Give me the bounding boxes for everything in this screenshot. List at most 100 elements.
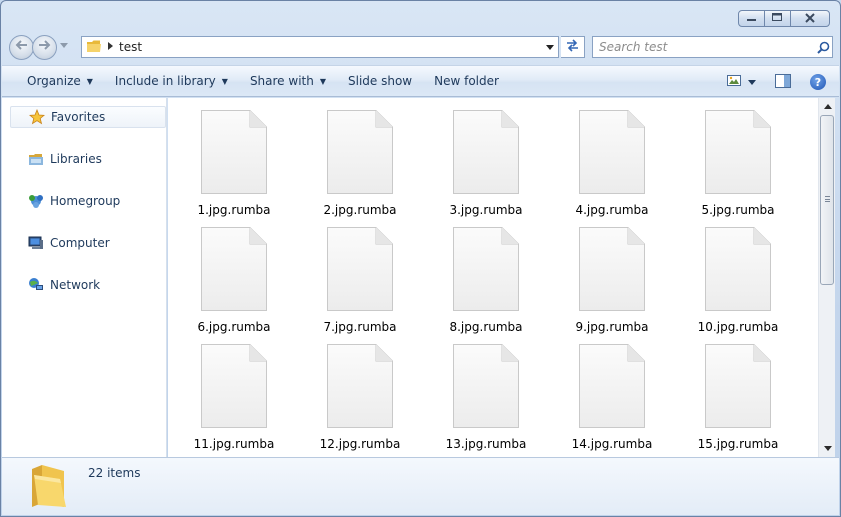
- preview-pane-button[interactable]: [770, 70, 805, 94]
- file-label: 12.jpg.rumba: [319, 437, 401, 451]
- close-button[interactable]: [790, 10, 830, 27]
- file-icon: [200, 226, 268, 312]
- chevron-down-icon: ▼: [221, 76, 228, 86]
- file-item[interactable]: 6.jpg.rumba: [179, 215, 289, 334]
- file-icon: [704, 226, 772, 312]
- address-path[interactable]: test: [119, 40, 542, 54]
- file-item[interactable]: 14.jpg.rumba: [557, 332, 667, 451]
- maximize-icon: [772, 13, 783, 24]
- chevron-down-icon: [823, 446, 832, 451]
- homegroup-icon: [28, 193, 44, 209]
- maximize-button[interactable]: [764, 10, 791, 27]
- vertical-scrollbar[interactable]: [818, 98, 835, 457]
- file-icon: [578, 343, 646, 429]
- chevron-down-icon: ▼: [319, 76, 326, 86]
- nav-item-libraries[interactable]: Libraries: [10, 148, 166, 170]
- include-in-library-label: Include in library: [114, 74, 216, 88]
- preview-pane-icon: [775, 73, 791, 91]
- file-icon: [326, 343, 394, 429]
- include-in-library-button[interactable]: Include in library ▼: [107, 69, 236, 93]
- scroll-up-button[interactable]: [819, 98, 836, 115]
- network-icon: [28, 277, 44, 293]
- file-item[interactable]: 10.jpg.rumba: [683, 215, 793, 334]
- command-bar: Organize ▼ Include in library ▼ Share wi…: [2, 65, 839, 97]
- star-icon: [28, 108, 46, 125]
- file-icon: [200, 109, 268, 195]
- file-icon: [452, 343, 520, 429]
- file-label: 11.jpg.rumba: [193, 437, 275, 451]
- share-with-button[interactable]: Share with ▼: [242, 69, 334, 93]
- close-icon: [805, 12, 815, 25]
- search-icon[interactable]: [814, 41, 832, 54]
- file-item[interactable]: 2.jpg.rumba: [305, 98, 415, 217]
- nav-item-favorites[interactable]: Favorites: [10, 106, 166, 128]
- file-icon: [578, 226, 646, 312]
- view-icon: [727, 75, 741, 89]
- refresh-icon: [565, 38, 580, 56]
- item-count: 22 items: [88, 466, 141, 480]
- share-with-label: Share with: [249, 74, 314, 88]
- new-folder-label: New folder: [434, 74, 499, 88]
- organize-button[interactable]: Organize ▼: [19, 69, 101, 93]
- file-icon: [704, 109, 772, 195]
- scrollbar-thumb[interactable]: [820, 115, 834, 285]
- refresh-button[interactable]: [561, 36, 585, 58]
- change-view-button[interactable]: [722, 70, 746, 94]
- file-icon: [452, 226, 520, 312]
- file-label: 15.jpg.rumba: [697, 437, 779, 451]
- file-item[interactable]: 5.jpg.rumba: [683, 98, 793, 217]
- file-label: 14.jpg.rumba: [571, 437, 653, 451]
- computer-icon: [28, 235, 44, 251]
- slide-show-button[interactable]: Slide show: [340, 69, 420, 93]
- help-button[interactable]: ?: [805, 70, 831, 94]
- back-button[interactable]: [9, 34, 34, 60]
- nav-item-network[interactable]: Network: [10, 274, 166, 296]
- search-input[interactable]: [593, 38, 814, 56]
- grip-icon: [825, 196, 830, 202]
- chevron-up-icon: [823, 104, 832, 109]
- file-icon: [326, 109, 394, 195]
- help-icon: ?: [810, 74, 826, 90]
- scroll-down-button[interactable]: [819, 440, 836, 457]
- file-item[interactable]: 11.jpg.rumba: [179, 332, 289, 451]
- file-icon: [326, 226, 394, 312]
- organize-label: Organize: [27, 74, 81, 88]
- forward-arrow-icon: [38, 39, 51, 55]
- file-icon: [200, 343, 268, 429]
- file-item[interactable]: 3.jpg.rumba: [431, 98, 541, 217]
- nav-item-label: Libraries: [50, 152, 102, 166]
- nav-item-homegroup[interactable]: Homegroup: [10, 190, 166, 212]
- forward-button[interactable]: [32, 34, 57, 60]
- folder-icon: [28, 463, 70, 509]
- breadcrumb-arrow-icon[interactable]: [108, 42, 113, 52]
- file-item[interactable]: 13.jpg.rumba: [431, 332, 541, 451]
- file-item[interactable]: 8.jpg.rumba: [431, 215, 541, 334]
- recent-pages-dropdown[interactable]: [60, 42, 68, 52]
- nav-item-label: Homegroup: [50, 194, 121, 208]
- chevron-down-icon: ▼: [86, 76, 93, 86]
- file-item[interactable]: 12.jpg.rumba: [305, 332, 415, 451]
- file-item[interactable]: 15.jpg.rumba: [683, 332, 793, 451]
- address-bar[interactable]: test: [81, 36, 559, 58]
- file-item[interactable]: 4.jpg.rumba: [557, 98, 667, 217]
- slide-show-label: Slide show: [348, 74, 413, 88]
- nav-buttons: [9, 34, 68, 60]
- file-label: 13.jpg.rumba: [445, 437, 527, 451]
- nav-item-label: Network: [50, 278, 101, 292]
- new-folder-button[interactable]: New folder: [426, 69, 507, 93]
- chevron-down-icon: [748, 79, 756, 85]
- caption-buttons: [738, 10, 830, 27]
- folder-icon: [86, 38, 102, 57]
- minimize-button[interactable]: [738, 10, 765, 27]
- search-box[interactable]: [592, 36, 833, 58]
- minimize-icon: [746, 13, 757, 24]
- file-item[interactable]: 7.jpg.rumba: [305, 215, 415, 334]
- file-item[interactable]: 1.jpg.rumba: [179, 98, 289, 217]
- nav-item-computer[interactable]: Computer: [10, 232, 166, 254]
- address-dropdown-button[interactable]: [542, 37, 558, 57]
- file-item[interactable]: 9.jpg.rumba: [557, 215, 667, 334]
- view-options-dropdown[interactable]: [746, 70, 770, 94]
- explorer-window: test Organize ▼ Include in library ▼ Sha…: [0, 0, 841, 517]
- nav-item-label: Computer: [50, 236, 110, 250]
- view-controls: ?: [722, 70, 831, 94]
